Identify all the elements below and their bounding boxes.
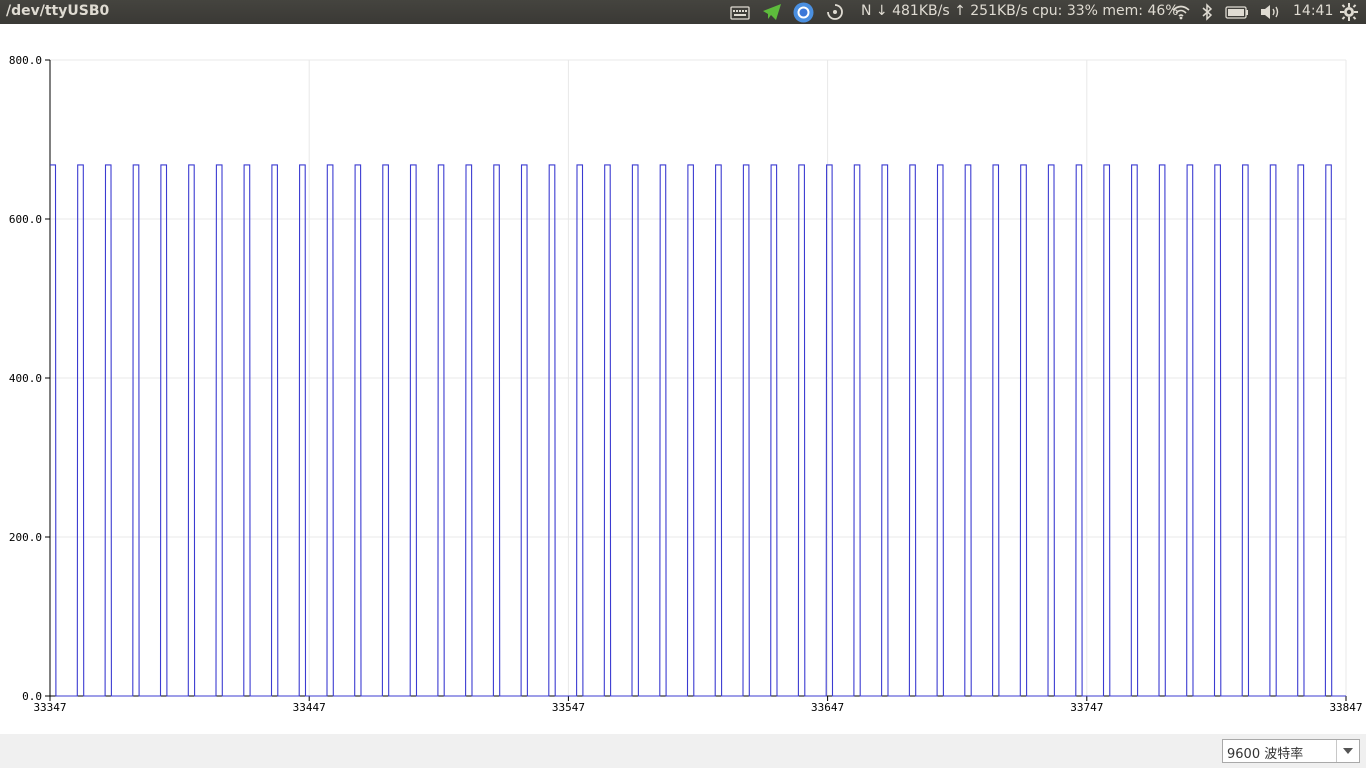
telegram-icon[interactable] xyxy=(762,3,782,25)
gear-icon[interactable] xyxy=(1340,3,1358,25)
sync-icon[interactable] xyxy=(826,3,844,25)
x-tick-label: 33847 xyxy=(1329,701,1362,714)
y-tick-label: 800.0 xyxy=(9,54,42,67)
baud-rate-select[interactable]: 9600 波特率 xyxy=(1222,739,1360,763)
bluetooth-icon[interactable] xyxy=(1201,3,1213,25)
x-tick-label: 33547 xyxy=(552,701,585,714)
serial-plotter-chart: 0.0200.0400.0600.0800.0 33347 33447 33547 3… xyxy=(9,54,1363,714)
top-panel: /dev/ttyUSB0 N ↓ 481KB/s ↑ 251KB/s cpu: … xyxy=(0,0,1366,24)
footer-bar: 9600 波特率 xyxy=(0,734,1366,768)
clock: 14:41 xyxy=(1293,3,1334,19)
y-axis-ticks: 0.0200.0400.0600.0800.0 xyxy=(9,54,50,703)
y-tick-label: 400.0 xyxy=(9,372,42,385)
baud-rate-value: 9600 波特率 xyxy=(1227,747,1304,762)
x-tick-label: 33347 xyxy=(33,701,66,714)
chevron-down-icon[interactable] xyxy=(1336,740,1359,762)
window-title: /dev/ttyUSB0 xyxy=(6,3,110,19)
x-axis-ticks: 33347 33447 33547 33647 33747 33847 xyxy=(33,696,1363,714)
keyboard-icon[interactable] xyxy=(730,5,750,24)
volume-icon[interactable] xyxy=(1259,4,1281,24)
wifi-icon[interactable] xyxy=(1171,4,1191,24)
series-line xyxy=(50,164,1346,697)
x-tick-label: 33447 xyxy=(293,701,326,714)
x-tick-label: 33647 xyxy=(811,701,844,714)
battery-icon[interactable] xyxy=(1225,6,1249,23)
y-tick-label: 200.0 xyxy=(9,531,42,544)
x-tick-label: 33747 xyxy=(1070,701,1103,714)
network-cpu-status: N ↓ 481KB/s ↑ 251KB/s cpu: 33% mem: 46% xyxy=(861,3,1179,19)
y-tick-label: 600.0 xyxy=(9,213,42,226)
